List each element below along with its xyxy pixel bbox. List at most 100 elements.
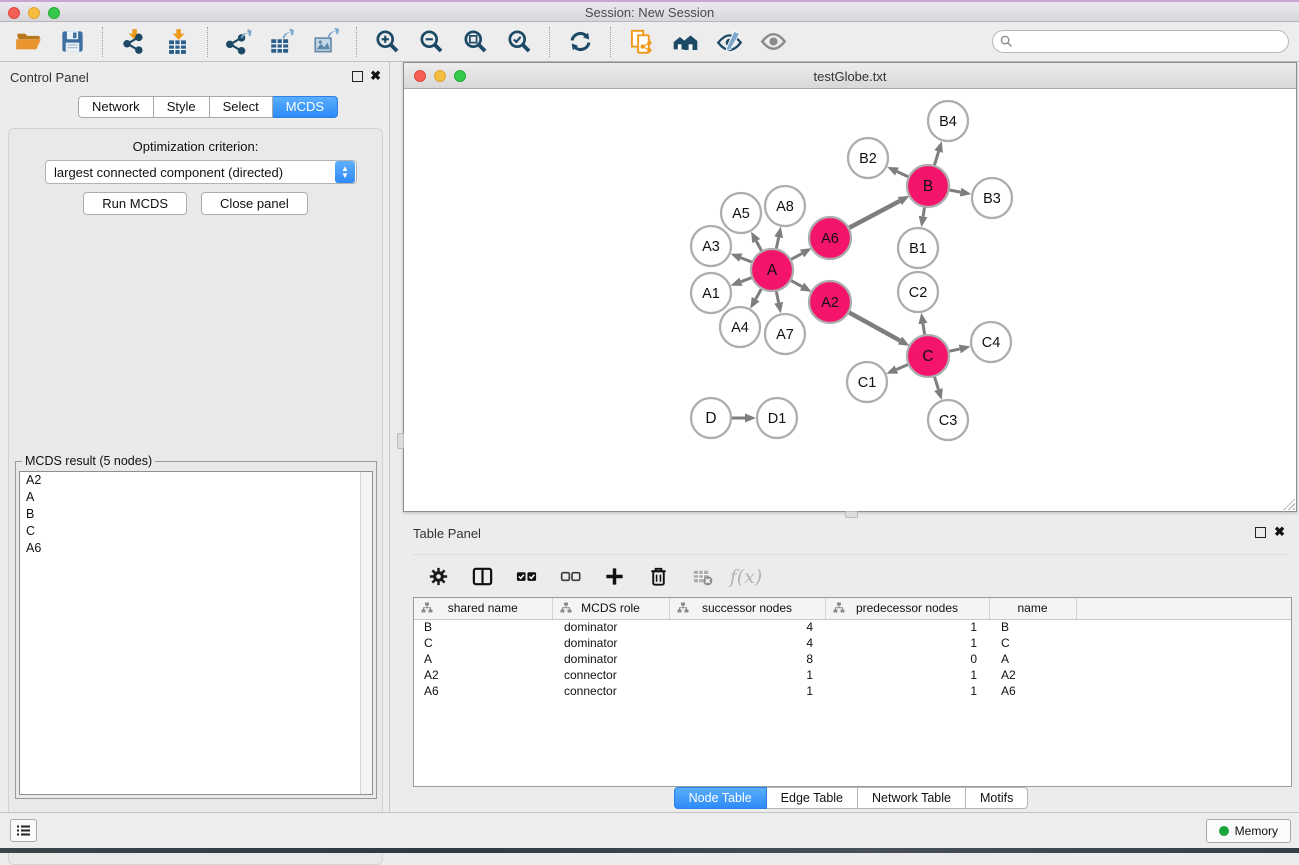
table-cell[interactable]: dominator bbox=[552, 635, 669, 651]
graph-node-A[interactable]: A bbox=[751, 249, 793, 291]
tab-motifs[interactable]: Motifs bbox=[966, 787, 1028, 809]
graph-edge-B-B3[interactable] bbox=[949, 190, 961, 192]
graph-edge-A-A6[interactable] bbox=[790, 253, 802, 259]
table-cell[interactable]: 1 bbox=[669, 683, 825, 699]
tab-network-table[interactable]: Network Table bbox=[858, 787, 966, 809]
graph-node-A3[interactable]: A3 bbox=[691, 226, 731, 266]
close-table-panel-button[interactable]: ✖ bbox=[1274, 523, 1285, 540]
column-header-MCDS-role[interactable]: MCDS role bbox=[552, 598, 669, 619]
float-panel-button[interactable] bbox=[352, 71, 363, 82]
search-box[interactable] bbox=[992, 30, 1289, 53]
graph-node-B4[interactable]: B4 bbox=[928, 101, 968, 141]
table-cell[interactable]: 4 bbox=[669, 635, 825, 651]
home-view-button[interactable] bbox=[667, 26, 703, 58]
column-visibility-button[interactable] bbox=[467, 562, 497, 592]
mcds-result-item[interactable]: B bbox=[20, 506, 372, 523]
graph-node-C1[interactable]: C1 bbox=[847, 362, 887, 402]
graph-edge-C-C3[interactable] bbox=[934, 376, 938, 389]
import-table-button[interactable] bbox=[159, 26, 195, 58]
graph-edge-A-A1[interactable] bbox=[741, 277, 752, 281]
graph-node-C3[interactable]: C3 bbox=[928, 400, 968, 440]
delete-rows-button[interactable] bbox=[643, 562, 673, 592]
mcds-result-list[interactable]: A2ABCA6 bbox=[19, 471, 373, 795]
graph-node-A8[interactable]: A8 bbox=[765, 186, 805, 226]
table-cell[interactable]: A2 bbox=[989, 667, 1076, 683]
graph-node-C[interactable]: C bbox=[907, 335, 949, 377]
splitter-handle-horizontal[interactable] bbox=[845, 511, 858, 518]
graph-node-A2[interactable]: A2 bbox=[809, 281, 851, 323]
table-cell[interactable]: 8 bbox=[669, 651, 825, 667]
mcds-result-item[interactable]: C bbox=[20, 523, 372, 540]
clone-network-button[interactable] bbox=[623, 26, 659, 58]
zoom-out-button[interactable] bbox=[413, 26, 449, 58]
graph-edge-A-A3[interactable] bbox=[741, 258, 753, 263]
table-row[interactable]: Adominator80A bbox=[414, 651, 1291, 667]
table-cell[interactable]: C bbox=[989, 635, 1076, 651]
table-cell[interactable]: 1 bbox=[825, 683, 989, 699]
select-all-button[interactable] bbox=[511, 562, 541, 592]
graph-edge-C-C1[interactable] bbox=[896, 364, 908, 369]
graph-node-B1[interactable]: B1 bbox=[898, 228, 938, 268]
mcds-result-item[interactable]: A2 bbox=[20, 472, 372, 489]
import-network-button[interactable] bbox=[115, 26, 151, 58]
graph-node-B[interactable]: B bbox=[907, 165, 949, 207]
mcds-result-item[interactable]: A6 bbox=[20, 540, 372, 557]
graph-node-A7[interactable]: A7 bbox=[765, 314, 805, 354]
zoom-fit-button[interactable] bbox=[457, 26, 493, 58]
close-panel-action-button[interactable]: Close panel bbox=[201, 192, 308, 215]
graph-edge-A-A8[interactable] bbox=[776, 237, 778, 249]
table-cell[interactable]: 1 bbox=[825, 635, 989, 651]
table-cell[interactable]: 1 bbox=[669, 667, 825, 683]
tab-edge-table[interactable]: Edge Table bbox=[767, 787, 858, 809]
table-settings-button[interactable] bbox=[423, 562, 453, 592]
graph-node-C4[interactable]: C4 bbox=[971, 322, 1011, 362]
memory-button[interactable]: Memory bbox=[1206, 819, 1291, 843]
table-cell[interactable]: 1 bbox=[825, 619, 989, 635]
graph-edge-C-C2[interactable] bbox=[923, 324, 925, 336]
graph-edge-A-A5[interactable] bbox=[756, 241, 762, 251]
table-cell[interactable]: C bbox=[414, 635, 552, 651]
graph-node-A4[interactable]: A4 bbox=[720, 307, 760, 347]
table-cell[interactable]: 1 bbox=[825, 667, 989, 683]
deselect-all-button[interactable] bbox=[555, 562, 585, 592]
graph-edge-C-C4[interactable] bbox=[948, 349, 959, 352]
table-cell[interactable]: connector bbox=[552, 667, 669, 683]
table-cell[interactable]: A bbox=[414, 651, 552, 667]
graph-node-B3[interactable]: B3 bbox=[972, 178, 1012, 218]
table-cell[interactable]: B bbox=[414, 619, 552, 635]
graph-edge-A2-C[interactable] bbox=[848, 312, 900, 340]
tab-node-table[interactable]: Node Table bbox=[674, 787, 767, 809]
table-cell[interactable]: 0 bbox=[825, 651, 989, 667]
graph-node-D[interactable]: D bbox=[691, 398, 731, 438]
task-history-button[interactable] bbox=[10, 819, 37, 842]
graph-node-A6[interactable]: A6 bbox=[809, 217, 851, 259]
network-graph[interactable]: AA1A2A3A4A5A6A7A8BB1B2B3B4CC1C2C3C4DD1 bbox=[404, 89, 1296, 511]
export-network-button[interactable] bbox=[220, 26, 256, 58]
table-cell[interactable]: connector bbox=[552, 683, 669, 699]
graph-edge-B-B4[interactable] bbox=[934, 152, 938, 166]
table-row[interactable]: A2connector11A2 bbox=[414, 667, 1291, 683]
column-header-predecessor-nodes[interactable]: predecessor nodes bbox=[825, 598, 989, 619]
graph-node-A5[interactable]: A5 bbox=[721, 193, 761, 233]
table-cell[interactable]: 4 bbox=[669, 619, 825, 635]
column-header-shared-name[interactable]: shared name bbox=[414, 598, 552, 619]
run-mcds-button[interactable]: Run MCDS bbox=[83, 192, 187, 215]
add-row-button[interactable] bbox=[599, 562, 629, 592]
table-row[interactable]: A6connector11A6 bbox=[414, 683, 1291, 699]
resize-grip-icon[interactable] bbox=[1283, 498, 1295, 510]
graph-edge-B-B2[interactable] bbox=[897, 172, 909, 178]
scrollbar[interactable] bbox=[360, 472, 372, 794]
graph-node-D1[interactable]: D1 bbox=[757, 398, 797, 438]
table-row[interactable]: Cdominator41C bbox=[414, 635, 1291, 651]
search-input[interactable] bbox=[1017, 33, 1288, 51]
graph-node-B2[interactable]: B2 bbox=[848, 138, 888, 178]
zoom-in-button[interactable] bbox=[369, 26, 405, 58]
column-header-name[interactable]: name bbox=[989, 598, 1076, 619]
hide-graphics-details-button[interactable] bbox=[711, 26, 747, 58]
refresh-button[interactable] bbox=[562, 26, 598, 58]
tab-style[interactable]: Style bbox=[154, 96, 210, 118]
tab-network[interactable]: Network bbox=[78, 96, 154, 118]
column-header-successor-nodes[interactable]: successor nodes bbox=[669, 598, 825, 619]
table-cell[interactable]: A6 bbox=[414, 683, 552, 699]
float-table-panel-button[interactable] bbox=[1255, 527, 1266, 538]
